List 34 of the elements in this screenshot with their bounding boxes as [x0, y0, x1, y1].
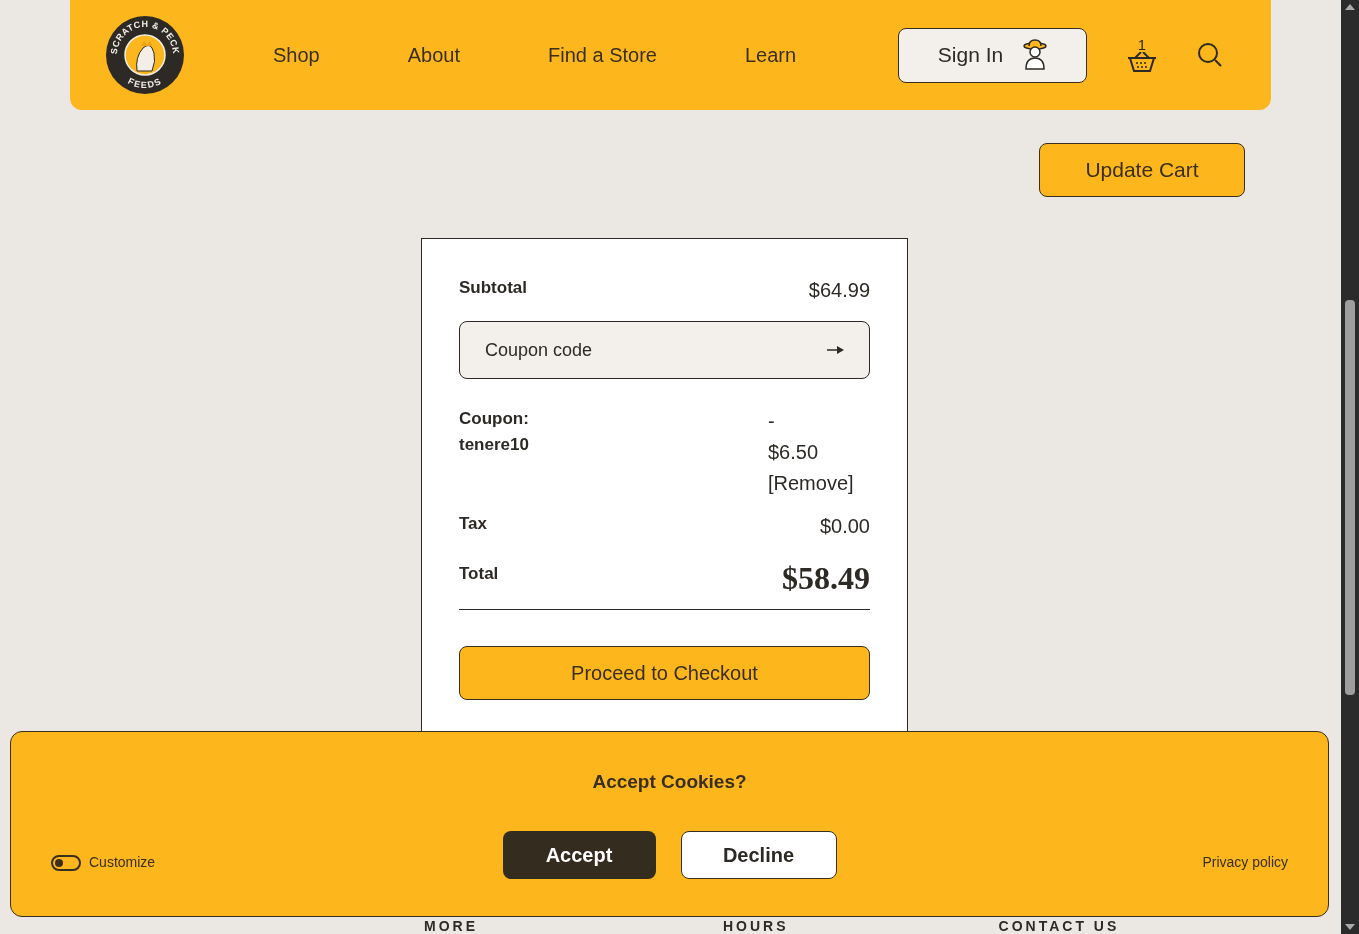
accept-button[interactable]: Accept: [502, 830, 656, 879]
decline-button[interactable]: Decline: [680, 830, 837, 879]
footer-heading: HOURS: [723, 917, 789, 934]
subtotal-label: Subtotal: [459, 277, 527, 299]
update-cart-button[interactable]: Update Cart: [1039, 143, 1245, 197]
total-label: Total: [459, 563, 499, 585]
coupon-input[interactable]: Coupon code: [485, 336, 827, 364]
total-amount: $58.49: [782, 561, 870, 595]
search-icon[interactable]: [1197, 42, 1223, 68]
cookie-title: Accept Cookies?: [592, 770, 747, 794]
cart-count: 1: [1137, 37, 1147, 52]
nav-link[interactable]: Learn: [744, 40, 797, 70]
tax-amount: $0.00: [819, 514, 870, 539]
subtotal-amount: $64.99: [808, 278, 870, 303]
customize-label[interactable]: Customize: [89, 852, 156, 873]
coupon-field[interactable]: Coupon code: [459, 321, 870, 379]
checkout-button[interactable]: Proceed to Checkout: [459, 646, 870, 700]
privacy-policy-link[interactable]: Privacy policy: [1202, 852, 1288, 873]
nav-link[interactable]: About: [407, 40, 460, 70]
tax-label: Tax: [459, 513, 488, 535]
scrollbar[interactable]: [1341, 0, 1359, 934]
discount-amount: $6.50: [768, 440, 820, 465]
nav-link[interactable]: Shop: [273, 40, 320, 70]
remove-coupon-link[interactable]: [Remove]: [768, 468, 870, 499]
farmer-icon: [1023, 39, 1048, 71]
discount-sign: -: [768, 409, 776, 434]
customize-toggle[interactable]: [51, 854, 81, 871]
footer-heading: CONTACT US: [998, 917, 1120, 934]
coupon-label: Coupon:: [459, 408, 529, 430]
sign-in-button[interactable]: Sign In: [898, 27, 1087, 83]
footer-heading: MORE: [424, 917, 478, 934]
coupon-code: tenere10: [459, 434, 529, 456]
nav-link[interactable]: Find a Store: [548, 40, 657, 70]
arrow-icon[interactable]: [827, 345, 845, 355]
